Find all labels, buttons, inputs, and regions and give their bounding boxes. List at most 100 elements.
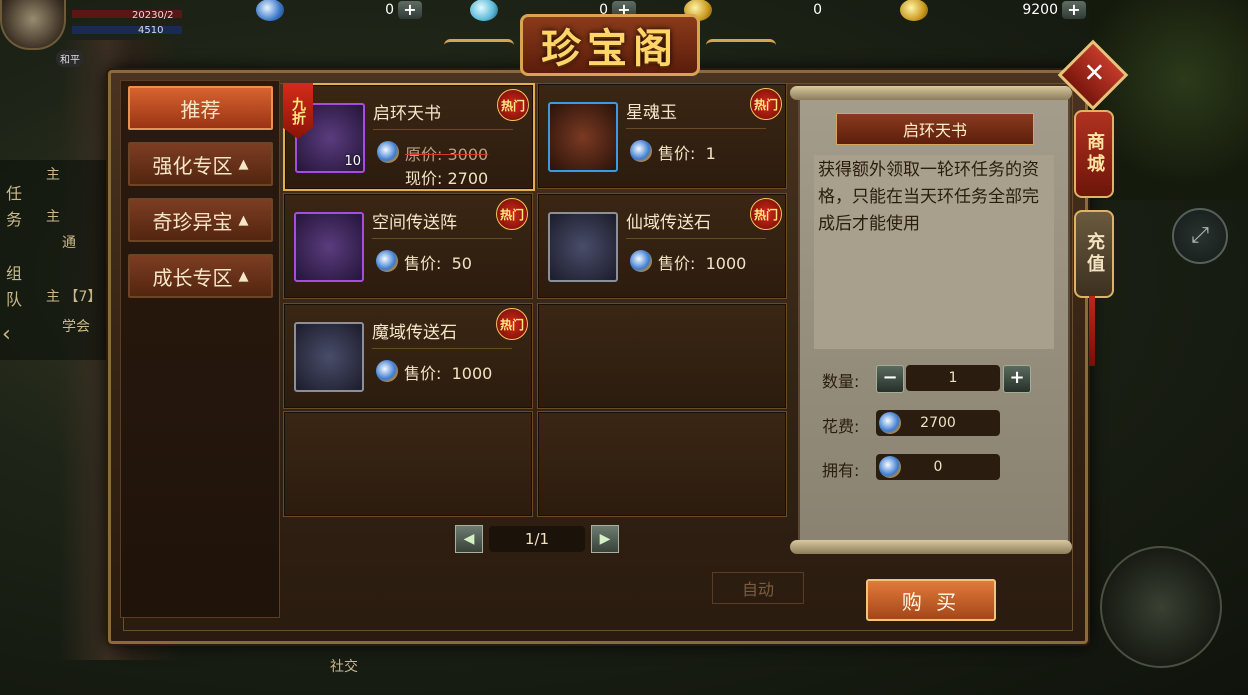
category-enhance[interactable]: 强化专区 ▲ <box>128 142 273 186</box>
current-price-value: 2700 <box>447 169 489 188</box>
category-label: 推荐 <box>180 97 221 122</box>
sale-price: 售价: 50 <box>404 250 472 274</box>
item-count: 10 <box>344 154 361 169</box>
shop-item-qihuan-tianshu[interactable]: 10 九折 启环天书 热门 原价: 3000 现价: 2700 <box>283 83 535 191</box>
expand-arrow-icon: ▲ <box>238 212 249 228</box>
attack-joystick[interactable] <box>1100 546 1222 668</box>
current-price: 现价: 2700 <box>405 165 488 189</box>
shop-item-xianyu-chuansongshi[interactable]: 仙域传送石 热门 售价: 1000 <box>537 193 787 299</box>
current-price-label: 现价: <box>405 169 443 188</box>
tassel-decoration <box>1089 296 1095 366</box>
add-ingot-button[interactable]: + <box>1062 1 1086 19</box>
owned-label: 拥有: <box>822 461 860 480</box>
peace-mode-button[interactable]: 和平 <box>56 50 84 67</box>
owned-value: 0 <box>933 459 943 475</box>
resource-ingot: 9200 + <box>900 0 1086 21</box>
shop-item-moyu-chuansongshi[interactable]: 魔域传送石 热门 售价: 1000 <box>283 303 533 409</box>
scroll-rod-bottom <box>790 540 1072 554</box>
teleport-array-icon <box>294 212 364 282</box>
item-name: 星魂玉 <box>626 103 677 123</box>
expand-arrow-icon: ▲ <box>238 268 249 284</box>
team-tab-label: 组 <box>6 264 23 283</box>
ingot-icon <box>630 140 652 162</box>
discount-badge: 九折 <box>283 83 313 139</box>
teleport-stone-icon <box>548 212 618 282</box>
item-name: 启环天书 <box>373 104 441 124</box>
hot-badge: 热门 <box>750 88 782 120</box>
expand-arrow-icon: ▲ <box>238 156 249 172</box>
increase-quantity-button[interactable]: + <box>1003 365 1031 393</box>
pagination: ◀ 1/1 ▶ <box>455 525 619 553</box>
category-treasure[interactable]: 奇珍异宝 ▲ <box>128 198 273 242</box>
sale-price-label: 售价: <box>404 254 442 273</box>
add-silver-button[interactable]: + <box>398 1 422 19</box>
quest-panel[interactable]: 任 务 组 队 主 主 通 主 【7】 学会 <box>0 160 110 360</box>
item-divider <box>372 348 512 349</box>
category-recommend[interactable]: 推荐 <box>128 86 273 130</box>
next-page-button[interactable]: ▶ <box>591 525 619 553</box>
quest-line: 主 <box>46 209 60 225</box>
category-label: 成长专区 <box>152 265 233 290</box>
detail-title: 启环天书 <box>836 113 1034 145</box>
quantity-input[interactable]: 1 <box>906 365 1000 391</box>
quest-line: 主 <box>46 167 60 183</box>
quest-tab-label: 务 <box>6 210 23 229</box>
ingot-icon <box>376 360 398 382</box>
ingot-icon <box>376 250 398 272</box>
owned-value-box: 0 <box>876 454 1000 480</box>
decrease-quantity-button[interactable]: − <box>876 365 904 393</box>
item-divider <box>626 238 766 239</box>
shop-title: 珍宝阁 <box>541 25 679 72</box>
sale-price-value: 1000 <box>705 254 747 273</box>
item-divider <box>372 238 512 239</box>
item-divider <box>626 128 766 129</box>
item-name: 仙域传送石 <box>626 213 711 233</box>
page-indicator: 1/1 <box>489 526 585 552</box>
star-jade-icon <box>548 102 618 172</box>
sale-price-label: 售价: <box>658 144 696 163</box>
sale-price: 售价: 1000 <box>658 250 746 274</box>
ingot-icon <box>630 250 652 272</box>
quest-line: 学会 <box>62 319 90 335</box>
auto-button[interactable]: 自动 <box>712 572 804 604</box>
shop-item-xinghun-yu[interactable]: 星魂玉 热门 售价: 1 <box>537 83 787 189</box>
detail-description: 获得额外领取一轮环任务的资格，只能在当天环任务全部完成后才能使用 <box>814 155 1054 349</box>
tab-recharge[interactable]: 充值 <box>1074 210 1114 298</box>
mp-bar <box>72 26 182 34</box>
tab-shop[interactable]: 商城 <box>1074 110 1114 198</box>
collapse-arrow-icon[interactable]: ‹ <box>2 322 11 347</box>
cost-value: 2700 <box>920 415 956 431</box>
buy-button[interactable]: 购 买 <box>866 579 996 621</box>
category-label: 强化专区 <box>152 153 233 178</box>
sale-price-value: 1000 <box>451 364 493 383</box>
shop-item-kongjian-chuansongzhen[interactable]: 空间传送阵 热门 售价: 50 <box>283 193 533 299</box>
team-tab-label: 队 <box>6 290 23 309</box>
original-price-value: 3000 <box>447 145 489 164</box>
category-label: 奇珍异宝 <box>152 209 233 234</box>
empty-slot <box>537 303 787 409</box>
hot-badge: 热门 <box>496 308 528 340</box>
empty-slot <box>537 411 787 517</box>
social-button[interactable]: 社交 <box>330 656 358 676</box>
sale-price-value: 50 <box>451 254 472 273</box>
ingot-icon <box>879 456 901 478</box>
hot-badge: 热门 <box>750 198 782 230</box>
original-price-label: 原价: <box>405 145 443 164</box>
item-name: 魔域传送石 <box>372 323 457 343</box>
fullscreen-icon[interactable]: ⤢ <box>1172 208 1228 264</box>
player-avatar[interactable] <box>0 0 66 50</box>
item-divider <box>373 129 513 130</box>
scroll-rod-top <box>790 86 1072 100</box>
quest-tab-label: 任 <box>6 184 23 203</box>
ingot-icon <box>900 0 928 21</box>
sale-price-label: 售价: <box>404 364 442 383</box>
resource-value: 0 <box>385 2 394 18</box>
prev-page-button[interactable]: ◀ <box>455 525 483 553</box>
empty-slot <box>283 411 533 517</box>
ingot-icon <box>879 412 901 434</box>
resource-silver: 0 + <box>256 0 422 21</box>
title-plaque: 珍宝阁 <box>520 14 700 76</box>
category-growth[interactable]: 成长专区 ▲ <box>128 254 273 298</box>
original-price: 原价: 3000 <box>405 141 488 165</box>
sale-price-value: 1 <box>705 144 716 163</box>
